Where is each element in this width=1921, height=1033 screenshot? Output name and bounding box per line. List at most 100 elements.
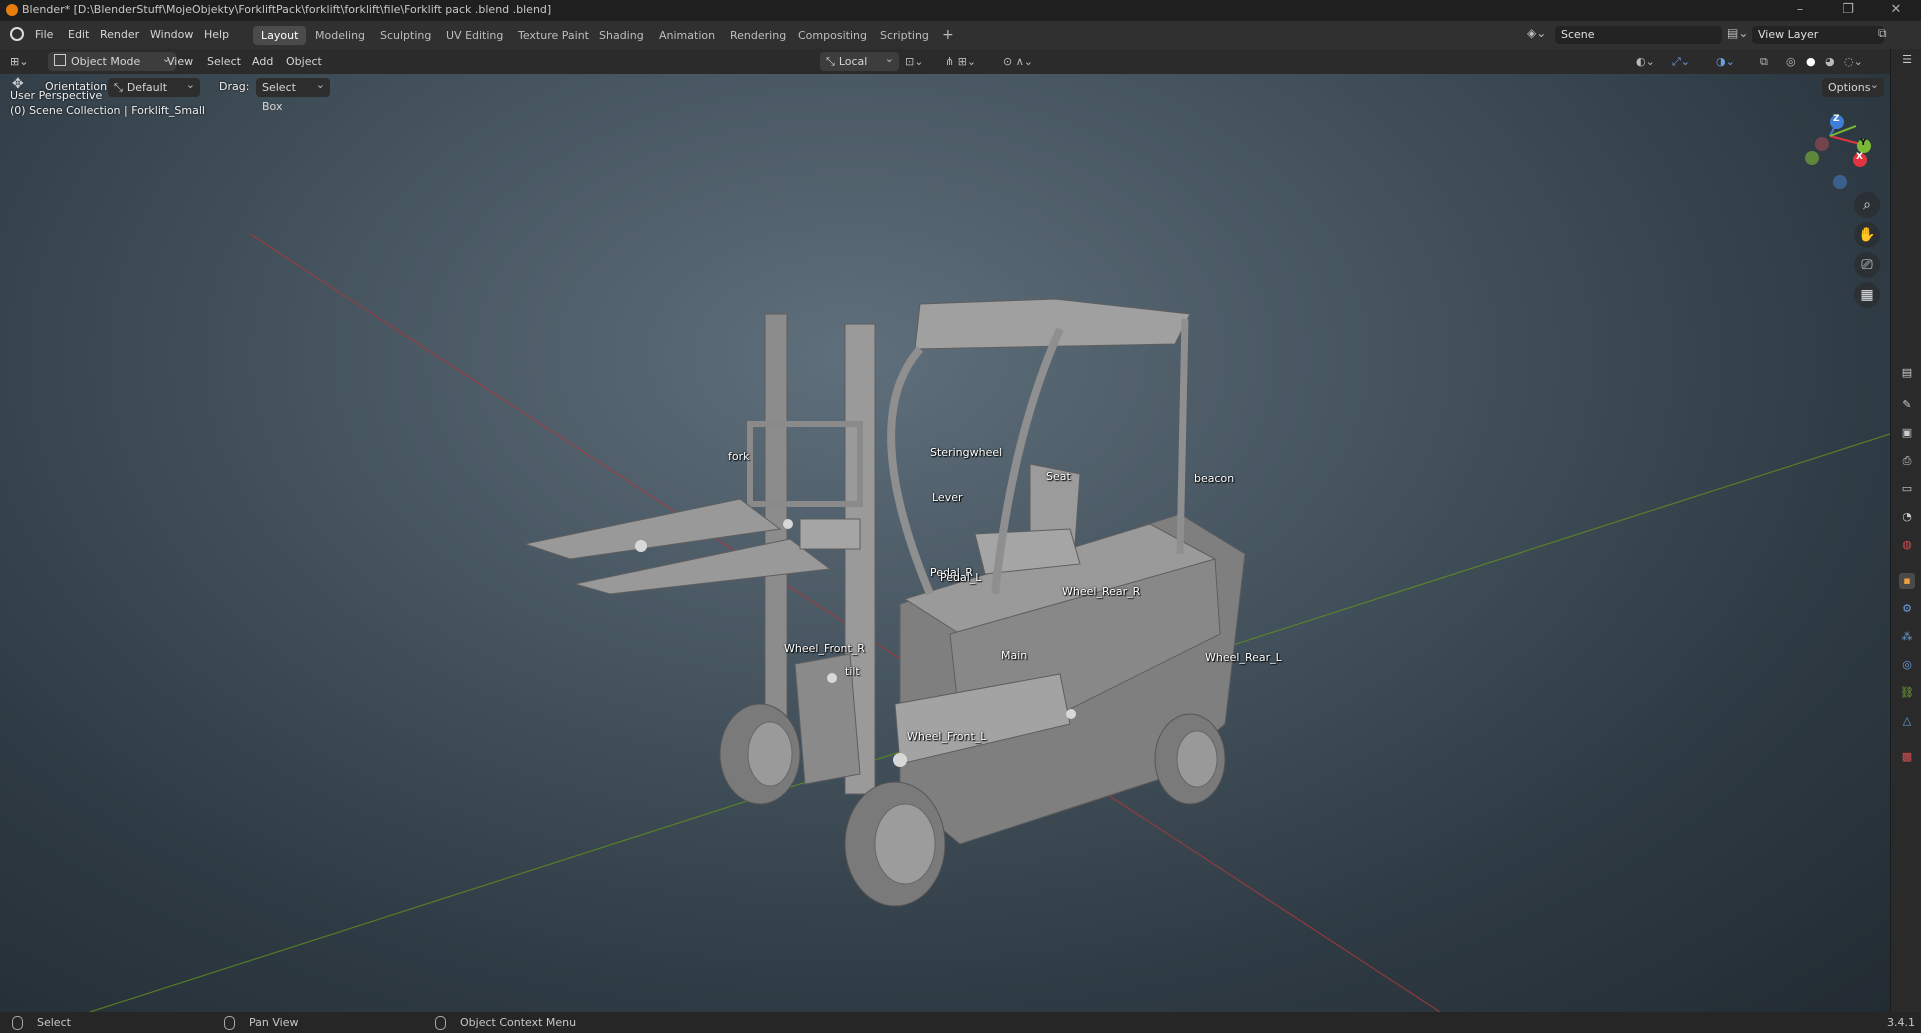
output-properties-icon[interactable]: ⎙ (1899, 453, 1915, 469)
label-wheel-front-r: Wheel_Front_R (784, 642, 865, 655)
tab-modeling[interactable]: Modeling (307, 26, 373, 45)
solid-shading-icon[interactable]: ● (1806, 52, 1816, 71)
wireframe-shading-icon[interactable]: ◎ (1786, 52, 1796, 71)
overlays-icon[interactable]: ◑⌄ (1716, 52, 1735, 71)
drag-dropdown[interactable]: Select Box (256, 75, 330, 113)
version-label: 3.4.1 (1887, 1016, 1915, 1029)
menu-file[interactable]: File (35, 28, 53, 41)
status-context-label: Object Context Menu (460, 1016, 577, 1029)
window-title: Blender* [D:\BlenderStuff\MojeObjekty\Fo… (22, 3, 552, 16)
orientation-axes-icon: ⤡ (114, 81, 123, 94)
transform-orientation-dropdown[interactable]: ⤡ Local (820, 49, 899, 71)
properties-tab-strip: ☰ ▤ ✎ ▣ ⎙ ▭ ◔ ◍ ▪ ⚙ ⁂ ◎ ⛓ △ ▩ (1890, 49, 1921, 1012)
maximize-button[interactable]: ❐ (1833, 2, 1863, 17)
menu-add[interactable]: Add (252, 52, 273, 71)
options-dropdown[interactable]: Options (1822, 75, 1884, 97)
outliner-icon[interactable]: ☰ (1899, 52, 1915, 68)
label-beacon: beacon (1194, 472, 1235, 485)
scene-properties-icon[interactable]: ◔ (1899, 509, 1915, 525)
mode-label: Object Mode (71, 55, 141, 68)
label-lever: Lever (932, 491, 963, 504)
blender-menu-icon[interactable] (10, 27, 24, 41)
menu-edit[interactable]: Edit (68, 28, 89, 41)
label-wheel-rear-r: Wheel_Rear_R (1062, 585, 1141, 598)
menu-help[interactable]: Help (204, 28, 229, 41)
status-pan-label: Pan View (249, 1016, 299, 1029)
proportional-editing-icon[interactable]: ⊙ ∧⌄ (1003, 52, 1033, 71)
close-button[interactable]: ✕ (1881, 2, 1911, 17)
tab-compositing[interactable]: Compositing (790, 26, 875, 45)
gizmo-z-label[interactable]: Z (1833, 114, 1840, 124)
rendered-shading-icon[interactable]: ◌⌄ (1844, 52, 1863, 71)
object-mode-icon (54, 54, 66, 66)
label-seat: Seat (1046, 470, 1071, 483)
orientation-value: Default (126, 81, 168, 94)
selectability-icon[interactable]: ◐⌄ (1636, 52, 1655, 71)
menu-object[interactable]: Object (286, 52, 322, 71)
data-properties-icon[interactable]: △ (1899, 713, 1915, 729)
mouse-left-icon (12, 1016, 23, 1030)
status-bar: Select Pan View Object Context Menu 3.4.… (0, 1012, 1921, 1033)
drag-label: Drag: (219, 80, 250, 93)
editor-type-icon[interactable]: ⊞⌄ (10, 52, 28, 71)
transform-orientation-label: Local (838, 55, 868, 68)
label-tilt: tilt (845, 665, 860, 678)
pan-hand-icon[interactable]: ✋ (1854, 222, 1880, 248)
label-wheel-rear-l: Wheel_Rear_L (1205, 651, 1282, 664)
label-pedal-l: Pedal_L (940, 571, 982, 584)
particles-properties-icon[interactable]: ⁂ (1899, 629, 1915, 645)
tab-animation[interactable]: Animation (651, 26, 723, 45)
menu-window[interactable]: Window (150, 28, 193, 41)
world-properties-icon[interactable]: ◍ (1899, 537, 1915, 553)
tab-layout[interactable]: Layout (253, 26, 307, 45)
texture-properties-icon[interactable]: ▩ (1899, 749, 1915, 765)
constraints-properties-icon[interactable]: ⛓ (1899, 685, 1915, 701)
view-layer-properties-icon[interactable]: ▭ (1899, 481, 1915, 497)
gizmo-neg-z-axis (1833, 175, 1847, 189)
gizmos-icon[interactable]: ⤢⌄ (1672, 52, 1690, 71)
tool-settings-icon[interactable]: ✎ (1899, 397, 1915, 413)
material-shading-icon[interactable]: ◕ (1825, 52, 1835, 71)
status-context-menu: Object Context Menu (435, 1016, 576, 1030)
xray-icon[interactable]: ⧉ (1760, 52, 1768, 71)
menu-view[interactable]: View (167, 52, 193, 71)
minimize-button[interactable]: – (1785, 2, 1815, 17)
forklift-model (523, 298, 1246, 845)
camera-view-icon[interactable]: ⎚ (1854, 252, 1880, 278)
gizmo-x-label[interactable]: X (1856, 152, 1863, 162)
tab-sculpting[interactable]: Sculpting (372, 26, 439, 45)
view-layer-icon[interactable]: ▤⌄ (1727, 26, 1748, 40)
tab-rendering[interactable]: Rendering (722, 26, 794, 45)
render-properties-icon[interactable]: ▣ (1899, 425, 1915, 441)
3d-viewport[interactable]: ✥ Orientation: ⤡Default Drag: Select Box… (0, 74, 1890, 1012)
scene-name-field[interactable]: Scene (1555, 26, 1722, 44)
menu-select[interactable]: Select (207, 52, 241, 71)
pivot-point-icon[interactable]: ⊡⌄ (905, 52, 923, 71)
tab-uv-editing[interactable]: UV Editing (438, 26, 511, 45)
add-workspace-button[interactable]: + (934, 26, 962, 45)
tab-scripting[interactable]: Scripting (872, 26, 937, 45)
zoom-icon[interactable]: ⌕ (1854, 192, 1880, 218)
tab-shading[interactable]: Shading (591, 26, 652, 45)
snap-icon[interactable]: ⋔ ⊞⌄ (945, 52, 976, 71)
scene-icon[interactable]: ◈⌄ (1527, 26, 1546, 40)
view-name: User Perspective (10, 89, 103, 102)
perspective-toggle-icon[interactable]: ▦ (1854, 282, 1880, 308)
viewport-header: ⊞⌄ Object Mode View Select Add Object ⤡L… (0, 49, 1890, 74)
top-bar: File Edit Render Window Help Layout Mode… (0, 21, 1921, 49)
orientation-icon: ⤡ (826, 55, 835, 68)
gizmo-y-label[interactable]: Y (1860, 138, 1867, 148)
view-layer-name-field[interactable]: View Layer (1752, 26, 1884, 44)
menu-render[interactable]: Render (100, 28, 139, 41)
physics-properties-icon[interactable]: ◎ (1899, 657, 1915, 673)
mouse-right-icon (435, 1016, 446, 1030)
new-view-layer-icon[interactable]: ⧉ (1878, 26, 1887, 41)
label-fork: fork (728, 450, 750, 463)
tab-texture-paint[interactable]: Texture Paint (510, 26, 597, 45)
mode-dropdown[interactable]: Object Mode (48, 49, 176, 71)
mouse-middle-icon (224, 1016, 235, 1030)
orientation-dropdown[interactable]: ⤡ Default (108, 75, 200, 97)
properties-editor-icon[interactable]: ▤ (1899, 365, 1915, 381)
object-properties-icon[interactable]: ▪ (1899, 573, 1915, 589)
modifier-properties-icon[interactable]: ⚙ (1899, 601, 1915, 617)
